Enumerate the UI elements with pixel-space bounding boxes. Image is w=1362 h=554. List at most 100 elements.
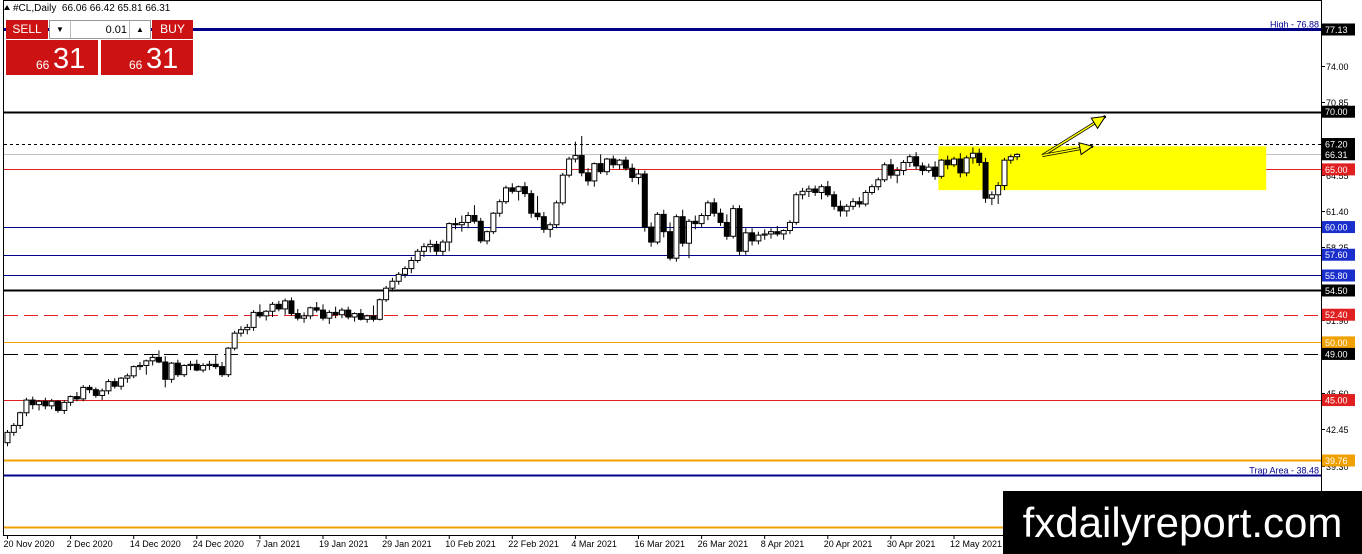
buy-price-box[interactable]: 66 31 — [101, 40, 193, 75]
ohlc-values: 66.06 66.42 65.81 66.31 — [61, 3, 171, 14]
candle-body-20 — [130, 366, 137, 377]
candle-body-34 — [219, 366, 226, 376]
candle-body-6 — [42, 400, 49, 407]
candle-body-15 — [99, 390, 106, 396]
candle-body-27 — [174, 362, 181, 376]
y-tick-label-0: 74.00 — [1326, 62, 1349, 72]
candle-body-122 — [774, 231, 781, 235]
buy-button[interactable]: BUY — [152, 20, 193, 39]
candle-body-59 — [376, 299, 383, 320]
candle-body-87 — [553, 202, 560, 226]
candle-body-106 — [673, 216, 680, 259]
candle-body-119 — [755, 234, 762, 242]
candle-body-19 — [124, 375, 131, 379]
candle-body-43 — [275, 303, 282, 310]
candle-body-145 — [919, 165, 926, 172]
candle-body-118 — [749, 232, 756, 242]
candlestick-chart[interactable]: High - 76.88 Trap Area - 38.48 74.0070.85… — [0, 0, 1362, 554]
candle-body-65 — [414, 250, 421, 262]
level-tag-label-6: 57.60 — [1325, 250, 1348, 260]
candle-body-54 — [345, 309, 352, 318]
candle-body-157 — [995, 185, 1002, 196]
candle-body-131 — [831, 194, 838, 207]
candle-body-153 — [969, 152, 976, 159]
candle-body-30 — [193, 363, 200, 371]
candle-body-8 — [54, 400, 61, 411]
level-tag-label-8: 54.50 — [1325, 286, 1348, 296]
candle-body-77 — [490, 212, 497, 233]
candle-body-108 — [685, 220, 692, 244]
candle-body-33 — [212, 363, 219, 368]
candle-body-66 — [420, 246, 427, 252]
level-tag-label-11: 49.00 — [1325, 349, 1348, 359]
candle-body-132 — [837, 205, 844, 212]
candle-body-75 — [477, 220, 484, 242]
chevron-down-icon[interactable]: ▼ — [50, 21, 71, 38]
candle-body-2 — [17, 412, 24, 426]
candle-body-113 — [717, 212, 724, 223]
lot-size-control: ▼ ▲ — [49, 20, 151, 39]
x-tick-label-10: 16 Mar 2021 — [635, 539, 686, 549]
x-tick-label-0: 20 Nov 2020 — [4, 539, 55, 549]
candle-body-148 — [938, 159, 945, 177]
candle-body-60 — [383, 287, 390, 301]
candle-body-78 — [496, 201, 503, 214]
candle-body-82 — [521, 186, 528, 195]
symbol-header: #CL,Daily 66.06 66.42 65.81 66.31 — [4, 3, 170, 14]
candle-body-81 — [515, 186, 522, 192]
candle-body-130 — [824, 186, 831, 196]
candle-body-79 — [502, 187, 509, 203]
candle-body-115 — [730, 208, 737, 237]
candle-body-25 — [162, 361, 169, 380]
candle-body-26 — [168, 362, 175, 380]
candle-body-9 — [61, 401, 68, 411]
candle-body-45 — [288, 300, 295, 315]
candle-body-32 — [206, 363, 213, 366]
candle-body-110 — [698, 215, 705, 225]
candle-body-5 — [36, 400, 43, 406]
buy-price-prefix: 66 — [129, 58, 143, 72]
candle-body-95 — [603, 158, 610, 173]
x-tick-label-12: 8 Apr 2021 — [761, 539, 805, 549]
x-tick-label-5: 19 Jan 2021 — [319, 539, 369, 549]
candle-body-16 — [105, 381, 112, 392]
candle-body-52 — [332, 311, 339, 316]
candle-body-121 — [768, 231, 775, 235]
x-tick-label-14: 30 Apr 2021 — [887, 539, 936, 549]
stepper-icon[interactable]: ▲ — [129, 21, 150, 38]
candle-body-133 — [843, 205, 850, 212]
candle-body-80 — [509, 187, 516, 192]
x-tick-label-1: 2 Dec 2020 — [67, 539, 113, 549]
candle-body-98 — [622, 159, 629, 169]
candle-body-21 — [137, 364, 144, 368]
lot-size-input[interactable] — [71, 21, 129, 38]
level-tag-label-10: 50.00 — [1325, 338, 1348, 348]
candle-body-144 — [913, 156, 920, 167]
candle-body-3 — [23, 399, 30, 414]
candle-body-74 — [471, 215, 478, 222]
candle-body-68 — [433, 243, 440, 252]
candle-body-22 — [143, 360, 150, 366]
sell-price-box[interactable]: 66 31 — [6, 40, 98, 75]
x-tick-label-6: 29 Jan 2021 — [382, 539, 432, 549]
candle-body-86 — [547, 224, 554, 230]
candle-body-64 — [408, 260, 415, 270]
symbol-name: #CL,Daily — [13, 3, 57, 14]
candle-body-67 — [427, 243, 434, 248]
candle-body-136 — [862, 191, 869, 205]
triangle-up-icon — [4, 5, 10, 10]
buy-price-pips: 31 — [146, 43, 179, 75]
candle-body-126 — [799, 190, 806, 196]
sell-button[interactable]: SELL — [6, 20, 48, 39]
x-tick-label-11: 26 Mar 2021 — [698, 539, 749, 549]
candle-body-44 — [282, 300, 289, 310]
candle-body-156 — [988, 194, 995, 199]
level-tag-label-0: 77.13 — [1325, 25, 1348, 35]
plot-frame — [3, 0, 1322, 536]
candle-body-139 — [881, 164, 888, 181]
candle-body-109 — [692, 220, 699, 225]
candle-body-85 — [540, 216, 547, 230]
candle-body-151 — [957, 158, 964, 174]
candle-body-53 — [338, 309, 345, 316]
level-note-14: Trap Area - 38.48 — [1249, 466, 1319, 476]
